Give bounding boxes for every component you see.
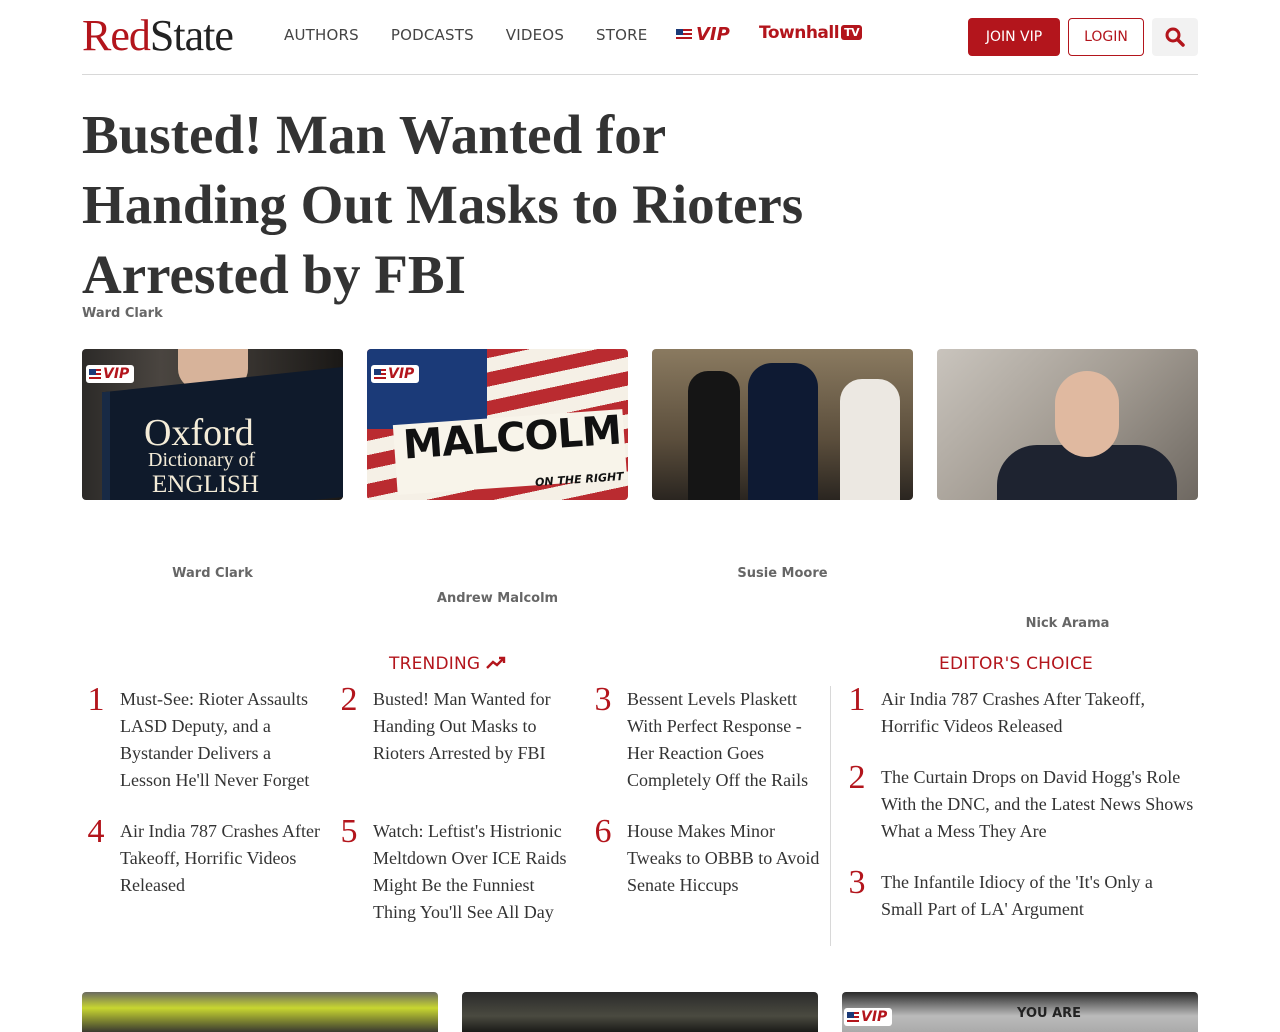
story-card-image[interactable]: Oxford Dictionary of ENGLISH VIP	[82, 349, 343, 500]
item-title[interactable]: Bessent Levels Plaskett With Perfect Res…	[627, 686, 829, 794]
article-author[interactable]: Ward Clark	[82, 306, 163, 321]
item-title[interactable]: Must-See: Rioter Assaults LASD Deputy, a…	[120, 686, 322, 794]
story-card-image[interactable]	[462, 992, 818, 1032]
article-headline[interactable]: Busted! Man Wanted for Handing Out Masks…	[82, 100, 842, 310]
flag-icon	[676, 28, 692, 41]
search-button[interactable]	[1152, 18, 1198, 56]
card-author[interactable]: Susie Moore	[652, 566, 913, 581]
item-title[interactable]: Air India 787 Crashes After Takeoff, Hor…	[881, 686, 1199, 740]
item-number: 1	[87, 681, 105, 718]
editors-choice-title: EDITOR'S CHOICE	[939, 654, 1093, 674]
item-number: 4	[87, 813, 105, 850]
image-figure	[688, 371, 740, 500]
nav-vip[interactable]: VIP	[676, 24, 730, 45]
item-title[interactable]: Busted! Man Wanted for Handing Out Masks…	[373, 686, 575, 767]
image-text: YOU ARE	[1017, 1006, 1082, 1021]
item-number: 3	[848, 864, 866, 901]
item-title[interactable]: House Makes Minor Tweaks to OBBB to Avoi…	[627, 818, 829, 899]
nav-townhall-tv[interactable]: Townhall TV	[759, 23, 863, 43]
site-logo[interactable]: RedState	[82, 11, 234, 60]
image-text: Dictionary of	[148, 449, 256, 471]
item-title[interactable]: Watch: Leftist's Histrionic Meltdown Ove…	[373, 818, 575, 926]
item-number: 2	[340, 681, 358, 718]
item-number: 3	[594, 681, 612, 718]
vip-label: VIP	[861, 1009, 888, 1025]
vip-badge: VIP	[86, 365, 135, 383]
site-header: RedState AUTHORS PODCASTS VIDEOS STORE V…	[82, 0, 1198, 75]
item-number: 5	[340, 813, 358, 850]
trending-title: TRENDING	[389, 654, 506, 674]
story-card-image[interactable]: YOU ARE VIP	[842, 992, 1198, 1032]
trending-up-icon	[486, 656, 506, 669]
item-number: 6	[594, 813, 612, 850]
story-card-image[interactable]	[652, 349, 913, 500]
vip-label: VIP	[103, 366, 130, 382]
nav-podcasts[interactable]: PODCASTS	[391, 24, 474, 46]
trending-label: TRENDING	[389, 654, 481, 674]
login-button[interactable]: LOGIN	[1068, 18, 1144, 56]
card-author[interactable]: Andrew Malcolm	[367, 591, 628, 606]
search-icon	[1165, 27, 1185, 47]
item-number: 2	[848, 759, 866, 796]
flag-icon	[847, 1012, 859, 1022]
image-figure	[840, 379, 900, 500]
image-figure	[1055, 371, 1119, 457]
item-title[interactable]: The Infantile Idiocy of the 'It's Only a…	[881, 869, 1199, 923]
card-author[interactable]: Nick Arama	[937, 616, 1198, 631]
flag-icon	[374, 369, 386, 379]
section-divider	[830, 686, 831, 946]
flag-icon	[89, 369, 101, 379]
vip-label: VIP	[696, 24, 730, 45]
card-author[interactable]: Ward Clark	[82, 566, 343, 581]
item-title[interactable]: The Curtain Drops on David Hogg's Role W…	[881, 764, 1199, 845]
story-card-image[interactable]	[937, 349, 1198, 500]
tv-badge: TV	[841, 25, 863, 40]
nav-store[interactable]: STORE	[596, 24, 647, 46]
story-card-image[interactable]	[82, 992, 438, 1032]
vip-label: VIP	[388, 366, 415, 382]
image-text: ENGLISH	[152, 471, 259, 498]
image-figure	[748, 363, 818, 500]
logo-dark-part: State	[149, 11, 234, 60]
vip-badge: VIP	[844, 1008, 893, 1026]
item-number: 1	[848, 681, 866, 718]
vip-badge: VIP	[371, 365, 420, 383]
townhall-label: Townhall	[759, 23, 840, 43]
main-nav: AUTHORS PODCASTS VIDEOS STORE	[284, 24, 679, 46]
nav-videos[interactable]: VIDEOS	[506, 24, 564, 46]
story-card-image[interactable]: MALCOLM ON THE RIGHT VIP	[367, 349, 628, 500]
logo-red-part: Red	[82, 11, 151, 60]
nav-authors[interactable]: AUTHORS	[284, 24, 359, 46]
join-vip-button[interactable]: JOIN VIP	[968, 18, 1060, 56]
item-title[interactable]: Air India 787 Crashes After Takeoff, Hor…	[120, 818, 322, 899]
